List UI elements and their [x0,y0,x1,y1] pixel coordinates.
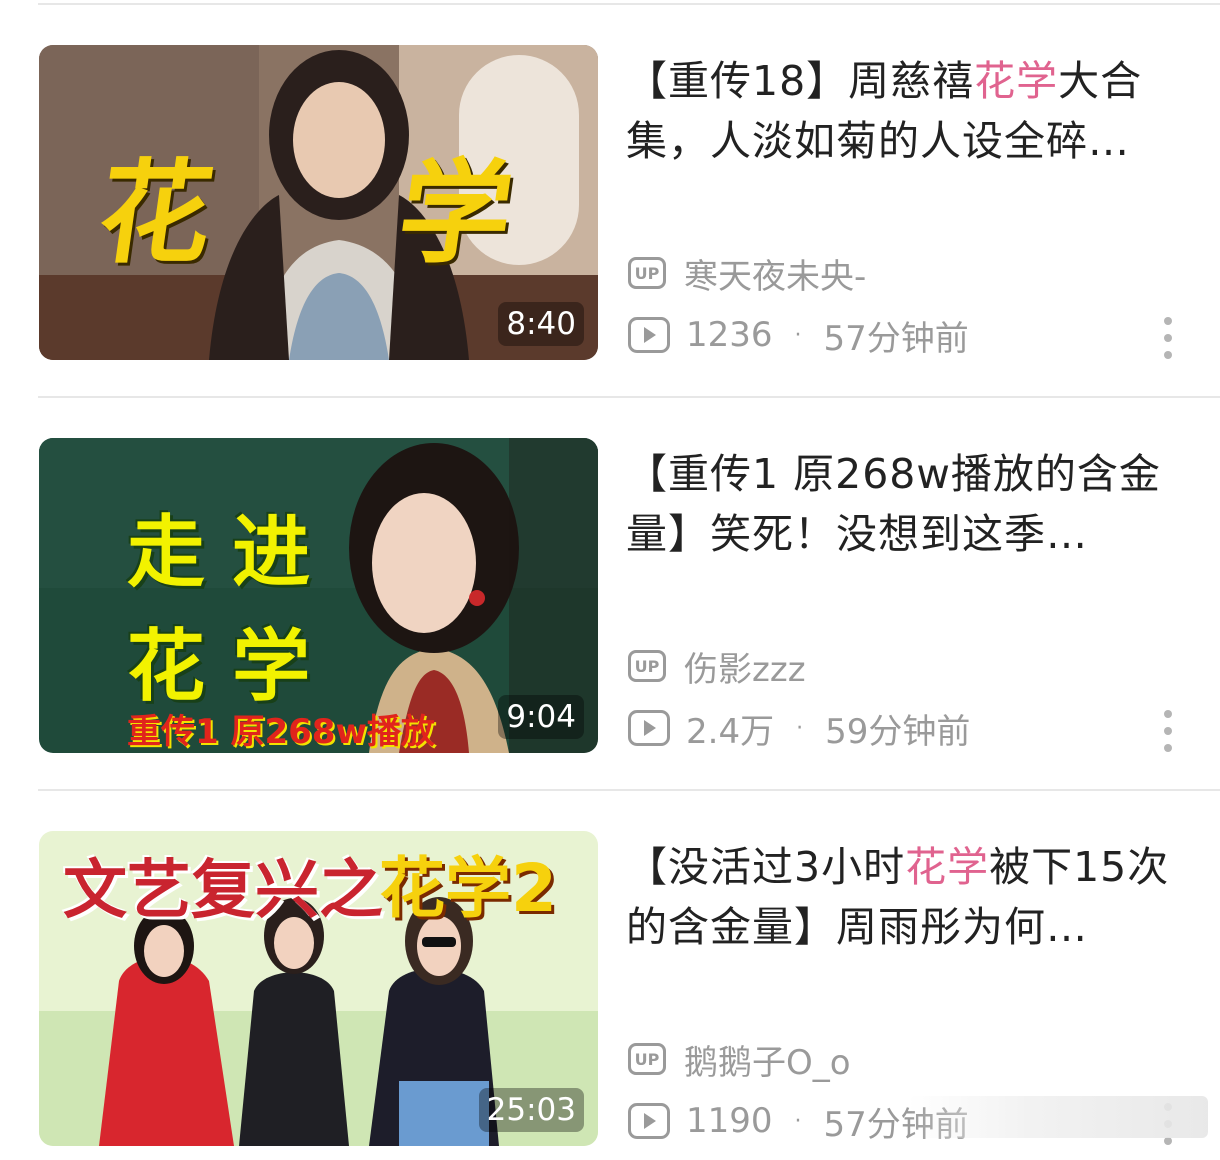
video-thumbnail[interactable]: 文艺复兴之 花学2 25:03 [39,831,598,1146]
play-count-icon [628,710,670,746]
video-card[interactable]: 文艺复兴之 花学2 25:03 【没活过3小时花学被下15次的含金量】周雨彤为何… [0,831,1220,1146]
video-title[interactable]: 【重传18】周慈禧花学大合集，人淡如菊的人设全碎… [626,51,1192,171]
title-text: 【没活过3小时 [626,843,906,891]
video-title[interactable]: 【没活过3小时花学被下15次的含金量】周雨彤为何… [626,837,1192,957]
uploader-name[interactable]: 寒天夜未央- [684,249,866,298]
uploader-row[interactable]: UP 伤影zzz [628,642,806,691]
video-feed: 花 学 8:40 【重传18】周慈禧花学大合集，人淡如菊的人设全碎… UP 寒天… [0,0,1220,1160]
publish-time: 57分钟前 [823,318,969,359]
thumbnail-caption: 文艺复兴之 [63,854,383,928]
more-vertical-icon[interactable] [1158,317,1178,359]
thumbnail-caption: 花 [90,149,221,279]
up-badge-icon: UP [628,257,666,289]
play-count-icon [628,317,670,353]
video-thumbnail[interactable]: 花 学 8:40 [39,45,598,360]
video-duration: 8:40 [498,302,584,346]
title-highlight: 花学 [974,57,1059,105]
uploader-row[interactable]: UP 寒天夜未央- [628,249,866,298]
title-text: 【重传1 原268w播放的含金量】笑死！没想到这季… [626,450,1161,558]
thumbnail-caption: 学 [390,149,521,279]
stats-row: 2.4万 · 59分钟前 [628,705,971,752]
more-vertical-icon[interactable] [1158,710,1178,752]
up-badge-icon: UP [628,650,666,682]
separator: · [796,715,804,741]
video-duration: 25:03 [478,1088,584,1132]
view-count: 2.4万 [686,711,775,752]
divider [38,3,1220,5]
thumbnail-caption: 重传1 原268w播放 [127,712,435,752]
view-count: 1190 [686,1101,773,1141]
up-badge-icon: UP [628,1043,666,1075]
uploader-row[interactable]: UP 鹅鹅子O_o [628,1035,851,1084]
video-title[interactable]: 【重传1 原268w播放的含金量】笑死！没想到这季… [626,444,1192,564]
video-card[interactable]: 花 学 8:40 【重传18】周慈禧花学大合集，人淡如菊的人设全碎… UP 寒天… [0,45,1220,360]
view-count: 1236 [686,315,773,355]
publish-time: 59分钟前 [825,711,971,752]
divider [38,789,1220,791]
video-duration: 9:04 [498,695,584,739]
separator: · [794,1108,802,1134]
stats-row: 1236 · 57分钟前 [628,312,969,359]
play-count-icon [628,1103,670,1139]
watermark-overlay [908,1096,1208,1138]
uploader-name[interactable]: 伤影zzz [684,642,806,691]
thumbnail-caption: 花学2 [379,850,557,927]
video-card[interactable]: 走 进 花 学 重传1 原268w播放 9:04 【重传1 原268w播放的含金… [0,438,1220,753]
thumbnail-caption: 走 进 [127,508,311,598]
thumbnail-caption: 花 学 [127,622,311,712]
separator: · [794,322,802,348]
divider [38,396,1220,398]
title-text: 【重传18】周慈禧 [626,57,975,105]
title-highlight: 花学 [905,843,990,891]
uploader-name[interactable]: 鹅鹅子O_o [684,1035,851,1084]
video-thumbnail[interactable]: 走 进 花 学 重传1 原268w播放 9:04 [39,438,598,753]
